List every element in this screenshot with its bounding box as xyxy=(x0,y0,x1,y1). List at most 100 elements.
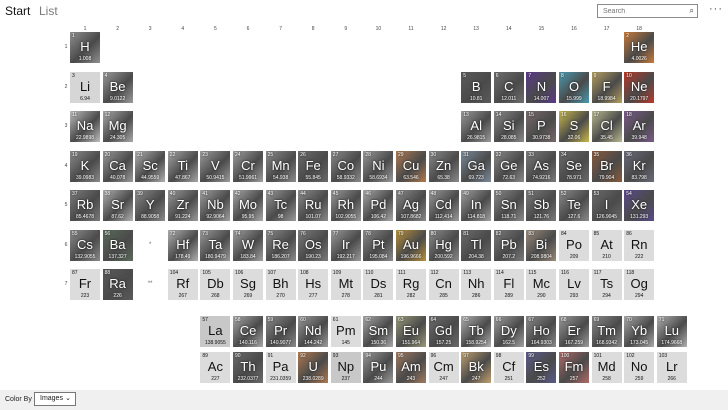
element-tile-eu[interactable]: 63 Eu 151.964 xyxy=(396,316,426,347)
element-tile-ir[interactable]: 77 Ir 192.217 xyxy=(330,229,361,261)
element-tile-cr[interactable]: 24 Cr 51.9961 xyxy=(233,150,263,182)
element-tile-fl[interactable]: 114 Fl 289 xyxy=(493,269,524,300)
element-tile-rh[interactable]: 45 Rh 102.9055 xyxy=(330,190,361,221)
search-box[interactable]: ⌕ xyxy=(597,4,698,18)
element-tile-ds[interactable]: 110 Ds 281 xyxy=(363,269,394,300)
element-tile-br[interactable]: 35 Br 79.904 xyxy=(591,150,622,182)
element-tile-v[interactable]: 23 V 50.9415 xyxy=(200,150,231,182)
color-by-select[interactable]: Images ⌄ xyxy=(34,392,76,406)
element-tile-sm[interactable]: 62 Sm 150.36 xyxy=(363,316,394,347)
element-tile-nh[interactable]: 113 Nh 286 xyxy=(461,269,492,300)
element-tile-na[interactable]: 11 Na 22.9898 xyxy=(70,111,100,142)
element-tile-si[interactable]: 14 Si 28.085 xyxy=(493,111,524,142)
element-tile-w[interactable]: 74 W 183.84 xyxy=(233,229,263,261)
search-input[interactable] xyxy=(598,5,689,17)
element-tile-as[interactable]: 33 As 74.9216 xyxy=(526,150,557,182)
element-tile-dy[interactable]: 66 Dy 162.5 xyxy=(493,316,524,347)
element-tile-y[interactable]: 39 Y 88.9058 xyxy=(135,190,166,221)
element-tile-ar[interactable]: 18 Ar 39.948 xyxy=(624,111,655,142)
element-tile-ru[interactable]: 44 Ru 101.07 xyxy=(298,190,329,221)
element-tile-k[interactable]: 19 K 39.0983 xyxy=(70,150,100,182)
element-tile-gd[interactable]: 64 Gd 157.25 xyxy=(428,316,459,347)
element-tile-mn[interactable]: 25 Mn 54.938 xyxy=(265,150,296,182)
more-button[interactable]: ··· xyxy=(709,3,723,15)
element-tile-mc[interactable]: 115 Mc 290 xyxy=(526,269,557,300)
element-tile-h[interactable]: 1 H 1.008 xyxy=(70,32,100,63)
element-tile-mo[interactable]: 42 Mo 95.95 xyxy=(233,190,263,221)
element-tile-tm[interactable]: 69 Tm 168.9342 xyxy=(591,316,622,347)
element-tile-cd[interactable]: 48 Cd 112.414 xyxy=(428,190,459,221)
element-tile-zn[interactable]: 30 Zn 65.38 xyxy=(428,150,459,182)
element-tile-sn[interactable]: 50 Sn 118.71 xyxy=(493,190,524,221)
element-tile-b[interactable]: 5 B 10.81 xyxy=(461,71,492,103)
element-tile-np[interactable]: 93 Np 237 xyxy=(330,352,361,383)
element-tile-tb[interactable]: 65 Tb 158.9254 xyxy=(461,316,492,347)
element-tile-rb[interactable]: 37 Rb 85.4678 xyxy=(70,190,100,221)
element-tile-mt[interactable]: 109 Mt 278 xyxy=(330,269,361,300)
element-tile-co[interactable]: 27 Co 58.9332 xyxy=(330,150,361,182)
element-tile-kr[interactable]: 36 Kr 83.798 xyxy=(624,150,655,182)
element-tile-pr[interactable]: 59 Pr 140.9077 xyxy=(265,316,296,347)
element-tile-u[interactable]: 92 U 238.0289 xyxy=(298,352,329,383)
element-tile-s[interactable]: 16 S 32.06 xyxy=(559,111,589,142)
element-tile-pu[interactable]: 94 Pu 244 xyxy=(363,352,394,383)
element-tile-fr[interactable]: 87 Fr 223 xyxy=(70,269,100,300)
element-tile-ac[interactable]: 89 Ac 227 xyxy=(200,352,231,383)
element-tile-bi[interactable]: 83 Bi 208.9804 xyxy=(526,229,557,261)
element-tile-ne[interactable]: 10 Ne 20.1797 xyxy=(624,71,655,103)
element-tile-ca[interactable]: 20 Ca 40.078 xyxy=(102,150,133,182)
element-tile-pb[interactable]: 82 Pb 207.2 xyxy=(493,229,524,261)
element-tile-al[interactable]: 13 Al 26.9815 xyxy=(461,111,492,142)
element-tile-se[interactable]: 34 Se 78.971 xyxy=(559,150,589,182)
element-tile-ta[interactable]: 73 Ta 180.9479 xyxy=(200,229,231,261)
element-tile-ce[interactable]: 58 Ce 140.116 xyxy=(233,316,263,347)
element-tile-lr[interactable]: 103 Lr 266 xyxy=(656,352,687,383)
element-tile-zr[interactable]: 40 Zr 91.224 xyxy=(167,190,198,221)
element-tile-li[interactable]: 3 Li 6.94 xyxy=(70,71,100,103)
element-tile-es[interactable]: 99 Es 252 xyxy=(526,352,557,383)
element-tile-cf[interactable]: 98 Cf 251 xyxy=(493,352,524,383)
element-tile-hf[interactable]: 72 Hf 178.49 xyxy=(167,229,198,261)
tab-start[interactable]: Start xyxy=(5,4,30,18)
element-tile-hg[interactable]: 80 Hg 200.592 xyxy=(428,229,459,261)
tab-list[interactable]: List xyxy=(39,4,58,18)
element-tile-pt[interactable]: 78 Pt 195.084 xyxy=(363,229,394,261)
element-tile-rg[interactable]: 111 Rg 282 xyxy=(396,269,426,300)
element-tile-ga[interactable]: 31 Ga 69.723 xyxy=(461,150,492,182)
element-tile-xe[interactable]: 54 Xe 131.293 xyxy=(624,190,655,221)
element-tile-sb[interactable]: 51 Sb 121.76 xyxy=(526,190,557,221)
element-tile-at[interactable]: 85 At 210 xyxy=(591,229,622,261)
element-tile-rn[interactable]: 86 Rn 222 xyxy=(624,229,655,261)
element-tile-og[interactable]: 118 Og 294 xyxy=(624,269,655,300)
element-tile-pm[interactable]: 61 Pm 145 xyxy=(330,316,361,347)
element-tile-th[interactable]: 90 Th 232.0377 xyxy=(233,352,263,383)
element-tile-ti[interactable]: 22 Ti 47.867 xyxy=(167,150,198,182)
element-tile-re[interactable]: 75 Re 186.207 xyxy=(265,229,296,261)
element-tile-bk[interactable]: 97 Bk 247 xyxy=(461,352,492,383)
search-icon[interactable]: ⌕ xyxy=(690,6,694,16)
element-tile-nb[interactable]: 41 Nb 92.9064 xyxy=(200,190,231,221)
element-tile-i[interactable]: 53 I 126.9045 xyxy=(591,190,622,221)
element-tile-am[interactable]: 95 Am 243 xyxy=(396,352,426,383)
element-tile-in[interactable]: 49 In 114.818 xyxy=(461,190,492,221)
element-tile-sc[interactable]: 21 Sc 44.9559 xyxy=(135,150,166,182)
element-tile-la[interactable]: 57 La 138.9055 xyxy=(200,316,231,347)
element-tile-bh[interactable]: 107 Bh 270 xyxy=(265,269,296,300)
element-tile-he[interactable]: 2 He 4.0026 xyxy=(624,32,655,63)
element-tile-md[interactable]: 101 Md 258 xyxy=(591,352,622,383)
element-tile-ge[interactable]: 32 Ge 72.63 xyxy=(493,150,524,182)
element-tile-tc[interactable]: 43 Tc 98 xyxy=(265,190,296,221)
element-tile-mg[interactable]: 12 Mg 24.305 xyxy=(102,111,133,142)
element-tile-cs[interactable]: 55 Cs 132.9055 xyxy=(70,229,100,261)
element-tile-au[interactable]: 79 Au 196.9666 xyxy=(396,229,426,261)
element-tile-ag[interactable]: 47 Ag 107.8682 xyxy=(396,190,426,221)
element-tile-ra[interactable]: 88 Ra 226 xyxy=(102,269,133,300)
element-tile-er[interactable]: 68 Er 167.259 xyxy=(559,316,589,347)
element-tile-fm[interactable]: 100 Fm 257 xyxy=(559,352,589,383)
element-tile-cl[interactable]: 17 Cl 35.45 xyxy=(591,111,622,142)
element-tile-cn[interactable]: 112 Cn 285 xyxy=(428,269,459,300)
element-tile-ts[interactable]: 117 Ts 294 xyxy=(591,269,622,300)
element-tile-pa[interactable]: 91 Pa 231.0359 xyxy=(265,352,296,383)
element-tile-no[interactable]: 102 No 259 xyxy=(624,352,655,383)
element-tile-ba[interactable]: 56 Ba 137.327 xyxy=(102,229,133,261)
